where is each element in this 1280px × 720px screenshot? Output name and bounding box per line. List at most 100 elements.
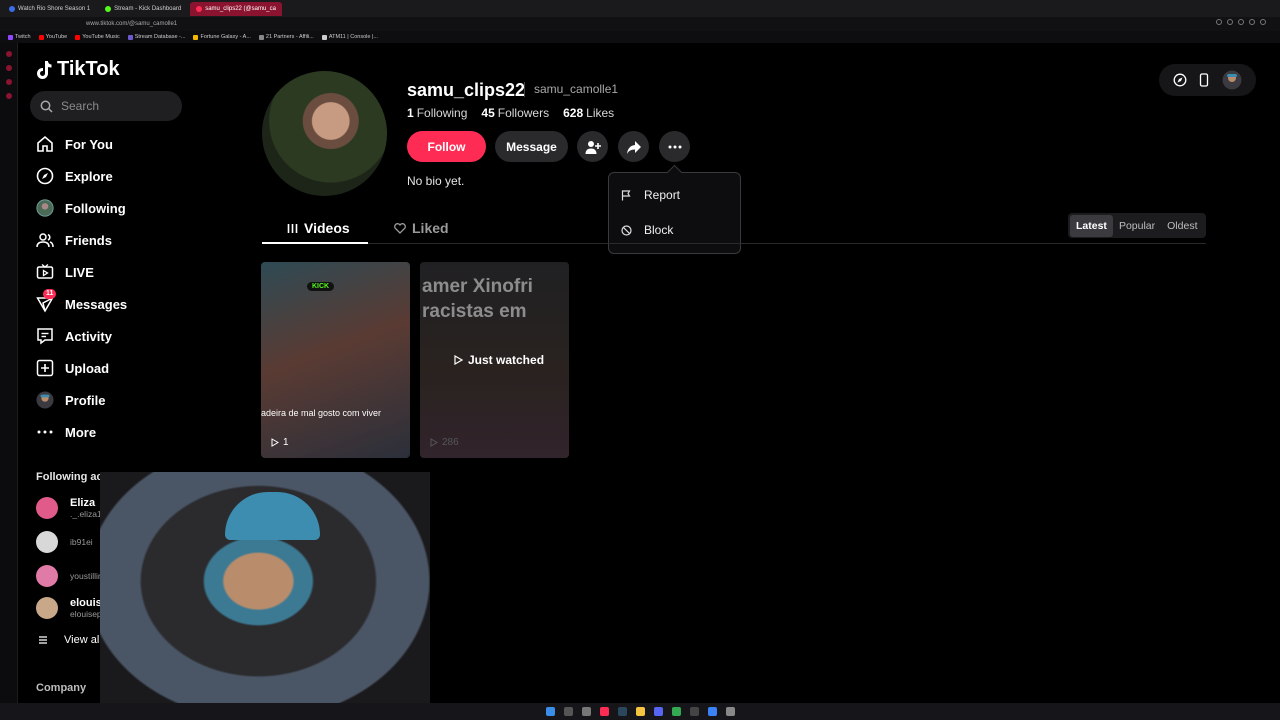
bookmark[interactable]: 21 Partners - Affili...	[258, 34, 314, 40]
user-avatar[interactable]	[1222, 70, 1242, 90]
play-icon	[454, 355, 463, 365]
side-panel-icon[interactable]	[5, 65, 12, 71]
profile-bio: No bio yet.	[407, 174, 465, 188]
bookmark[interactable]: Stream Database -...	[127, 34, 185, 40]
nav-item-upload[interactable]: Upload	[36, 352, 127, 384]
tab-favicon-icon	[105, 5, 112, 12]
sort-latest[interactable]: Latest	[1070, 214, 1113, 237]
share-icon	[626, 140, 641, 154]
view-count: 1	[271, 437, 289, 448]
obs-icon[interactable]	[689, 707, 699, 716]
profile-nickname: samu_camolle1	[524, 82, 618, 97]
menu-item-report[interactable]: Report	[621, 188, 680, 202]
friends-icon	[36, 231, 54, 249]
nav-item-friends[interactable]: Friends	[36, 224, 127, 256]
extension-icon[interactable]	[1238, 19, 1244, 25]
more-icon	[36, 423, 54, 441]
nav-item-for-you[interactable]: For You	[36, 128, 127, 160]
tab-videos[interactable]: Videos	[287, 220, 350, 236]
active-tab-indicator	[262, 242, 368, 244]
add-friend-button[interactable]	[577, 131, 608, 162]
browser-tab[interactable]: Watch Rio Shore Season 1	[3, 2, 96, 16]
folder-icon[interactable]	[635, 707, 645, 716]
logo-text: TikTok	[57, 58, 120, 80]
address-bar[interactable]: www.tiktok.com/@samu_camolle1	[0, 17, 1280, 31]
add-user-icon	[585, 140, 601, 154]
message-button[interactable]: Message	[495, 131, 568, 162]
extension-icon[interactable]	[1249, 19, 1255, 25]
nav-item-profile[interactable]: Profile	[36, 384, 127, 416]
play-icon	[430, 438, 438, 447]
task-view-icon[interactable]	[581, 707, 591, 716]
nav-label: For You	[65, 136, 113, 152]
opera-icon[interactable]	[599, 707, 609, 716]
compass-icon[interactable]	[1173, 73, 1187, 87]
tab-label: Stream - Kick Dashboard	[114, 5, 182, 12]
activity-icon	[36, 327, 54, 345]
bookmark[interactable]: YouTube Music	[75, 34, 120, 40]
list-icon	[39, 636, 47, 644]
nav-item-explore[interactable]: Explore	[36, 160, 127, 192]
bookmark[interactable]: YouTube	[38, 34, 67, 40]
view-all-label: View all	[64, 634, 102, 646]
steam-icon[interactable]	[617, 707, 627, 716]
follow-button[interactable]: Follow	[407, 131, 486, 162]
browser-toolbar-icons	[1216, 19, 1266, 25]
nav-label: Explore	[65, 168, 113, 184]
browser-tab[interactable]: Stream - Kick Dashboard	[99, 2, 187, 16]
home-icon	[36, 135, 54, 153]
nav-item-live[interactable]: LIVE	[36, 256, 127, 288]
discord-icon[interactable]	[653, 707, 663, 716]
view-count: 286	[430, 437, 459, 448]
start-icon[interactable]	[545, 707, 555, 716]
side-panel-icon[interactable]	[5, 79, 12, 85]
app-icon[interactable]	[707, 707, 717, 716]
nav-item-following[interactable]: Following	[36, 192, 127, 224]
sort-popular[interactable]: Popular	[1113, 215, 1161, 237]
sort-oldest[interactable]: Oldest	[1161, 215, 1203, 237]
search-input[interactable]	[61, 99, 171, 113]
tab-liked[interactable]: Liked	[394, 220, 449, 236]
tiktok-logo[interactable]: TikTok	[36, 58, 120, 81]
following-stat[interactable]: 1 Following	[407, 106, 467, 120]
tab-label: samu_clips22 (@samu_ca	[205, 5, 276, 12]
followers-stat[interactable]: 45 Followers	[481, 106, 549, 120]
nav-item-messages[interactable]: 11 Messages	[36, 288, 127, 320]
settings-icon[interactable]	[725, 707, 735, 716]
upload-icon	[36, 359, 54, 377]
nav-label: Upload	[65, 360, 110, 376]
bookmark[interactable]: Fortune Galaxy - A...	[193, 34, 251, 40]
sort-toggle: Latest Popular Oldest	[1068, 213, 1206, 238]
browser-side-panel	[0, 43, 18, 703]
mobile-device-icon[interactable]	[1199, 73, 1209, 87]
extension-icon[interactable]	[1260, 19, 1266, 25]
url-text[interactable]: www.tiktok.com/@samu_camolle1	[86, 21, 177, 27]
share-button[interactable]	[618, 131, 649, 162]
search-icon[interactable]	[563, 707, 573, 716]
following-account[interactable]: Eliza ._.eliza18	[36, 497, 106, 519]
chrome-icon[interactable]	[671, 707, 681, 716]
likes-stat: 628 Likes	[563, 106, 615, 120]
more-options-button[interactable]	[659, 131, 690, 162]
side-panel-icon[interactable]	[5, 51, 12, 57]
nav-label: Activity	[65, 328, 112, 344]
side-panel-icon[interactable]	[5, 93, 12, 99]
following-account[interactable]: ib91ei	[36, 531, 93, 553]
nav-item-more[interactable]: More	[36, 416, 127, 448]
search-box[interactable]	[30, 91, 182, 121]
browser-tab-active[interactable]: samu_clips22 (@samu_ca	[190, 1, 282, 16]
view-all-link[interactable]: View all	[38, 634, 102, 646]
video-thumbnail[interactable]: KICK adeira de mal gosto com viver 1	[261, 262, 410, 458]
nav-item-activity[interactable]: Activity	[36, 320, 127, 352]
videos-grid-icon	[287, 223, 298, 233]
video-thumbnail[interactable]: amer Xinofri racistas em Just watched 286	[420, 262, 569, 458]
bookmark[interactable]: Twitch	[8, 34, 31, 40]
extension-icon[interactable]	[1216, 19, 1222, 25]
bookmark[interactable]: ATM11 | Console |...	[321, 34, 378, 40]
company-section-title[interactable]: Company	[36, 682, 86, 694]
heart-icon	[394, 222, 406, 234]
ellipsis-icon	[668, 145, 681, 148]
tab-label: Liked	[412, 220, 449, 236]
extension-icon[interactable]	[1227, 19, 1233, 25]
bookmark-favicon-icon	[193, 34, 199, 40]
